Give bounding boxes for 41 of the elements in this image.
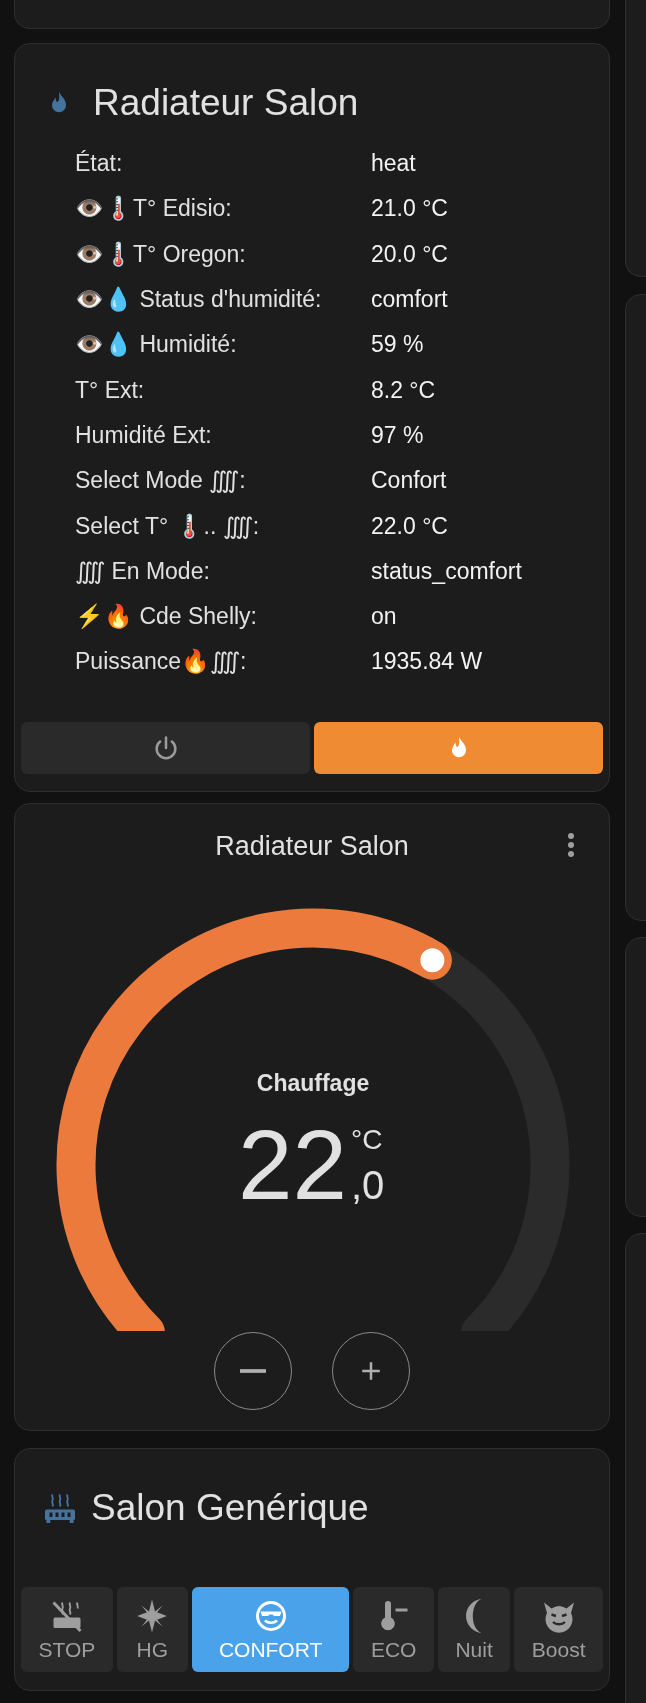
attribute-value: status_comfort [371, 557, 523, 585]
target-temperature: 22 [238, 1110, 347, 1220]
mode-label: Chauffage [256, 1070, 370, 1096]
preset-button[interactable]: HG [116, 1587, 188, 1672]
attribute-value: 22.0 °C [371, 512, 449, 540]
preset-button[interactable]: Nuit [437, 1587, 511, 1672]
attribute-value: 97 % [371, 421, 425, 449]
moon-icon [466, 1598, 484, 1633]
attribute-value: 59 % [371, 331, 425, 359]
attribute-value: on [371, 603, 398, 631]
preset-button[interactable]: CONFORT [191, 1587, 350, 1672]
temperature-unit: °C [351, 1124, 383, 1155]
more-menu-icon[interactable] [567, 832, 575, 858]
attribute-label: ⨌ En Mode: [75, 557, 211, 585]
attribute-value: Confort [371, 467, 448, 495]
preset-button[interactable]: ECO [353, 1587, 434, 1672]
attribute-label: 👁💧 Status d'humidité: [75, 286, 323, 314]
attribute-value: 21.0 °C [371, 195, 449, 223]
attribute-label: Puissance🔥⨌: [75, 648, 248, 676]
card-title: Radiateur Salon [215, 830, 409, 862]
attribute-value: heat [371, 150, 417, 178]
attribute-label: Select Mode ⨌: [75, 467, 247, 495]
heat-button[interactable] [314, 721, 603, 774]
attribute-label: 👁🌡T° Oregon: [75, 240, 247, 268]
attribute-label: Select T° 🌡.. ⨌: [75, 512, 261, 540]
card-title: Salon Genérique [91, 1487, 369, 1529]
attribute-value: comfort [371, 286, 449, 314]
preset-button[interactable]: STOP [21, 1587, 113, 1672]
temperature-decimal: ,0 [351, 1163, 385, 1207]
attribute-value: 8.2 °C [371, 376, 437, 404]
attribute-label: État: [75, 150, 124, 178]
attribute-value: 1935.84 W [371, 648, 484, 676]
minus-icon [240, 1369, 266, 1373]
attribute-label: Humidité Ext: [75, 421, 213, 449]
card-title: Radiateur Salon [93, 82, 359, 124]
attribute-label: 👁💧 Humidité: [75, 331, 238, 359]
preset-button[interactable]: Boost [514, 1587, 604, 1672]
attribute-label: ⚡🔥 Cde Shelly: [75, 603, 258, 631]
attribute-label: 👁🌡T° Edisio: [75, 195, 233, 223]
attribute-value: 20.0 °C [371, 240, 449, 268]
attribute-label: T° Ext: [75, 376, 146, 404]
